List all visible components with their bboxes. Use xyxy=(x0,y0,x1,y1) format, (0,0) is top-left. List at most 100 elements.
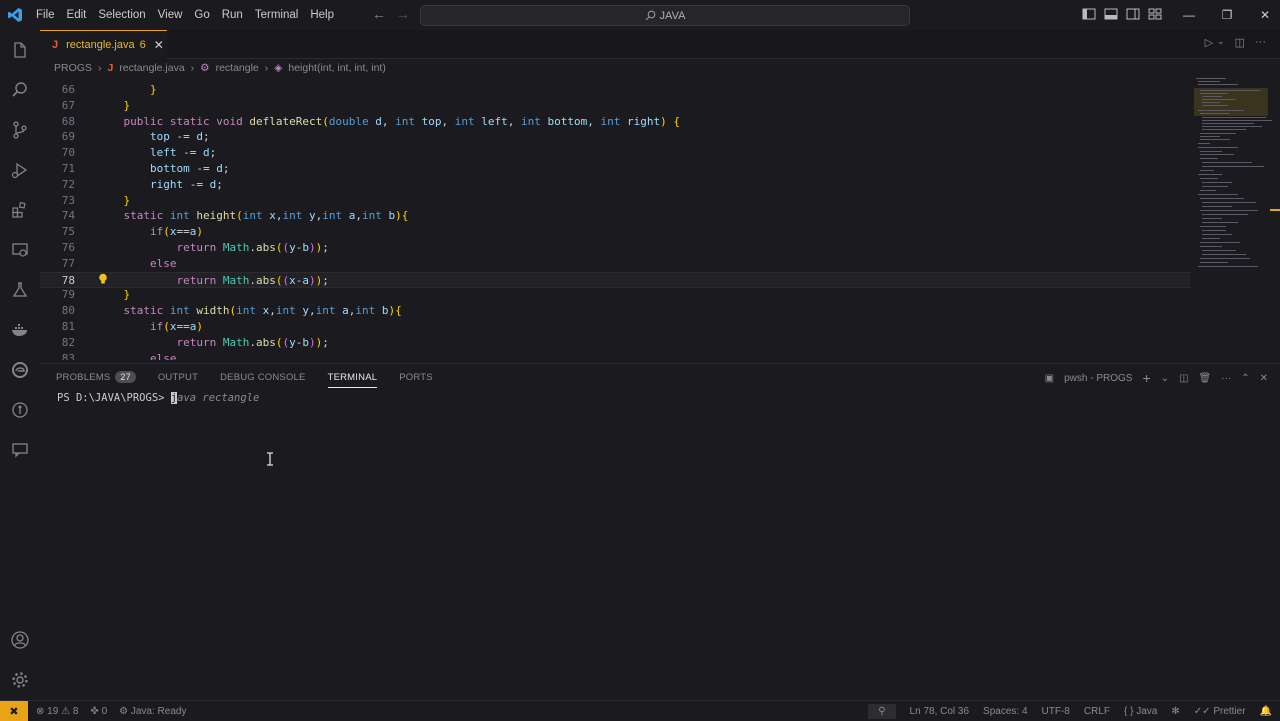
zoom-icon[interactable]: ⚲ xyxy=(868,703,896,719)
explorer-icon[interactable] xyxy=(8,38,32,62)
kill-terminal-icon[interactable]: 🗑 xyxy=(1199,373,1212,384)
edge-devtools-icon[interactable] xyxy=(8,358,32,382)
line-number: 80 xyxy=(61,304,75,318)
source-control-icon[interactable] xyxy=(8,118,32,142)
more-actions-icon[interactable]: ··· xyxy=(1221,373,1231,384)
minimap[interactable] xyxy=(1190,76,1272,276)
notifications-bell-icon[interactable]: 🔔 xyxy=(1260,706,1272,717)
menu-go[interactable]: Go xyxy=(188,9,215,21)
tab-terminal[interactable]: TERMINAL xyxy=(327,372,378,388)
code-line[interactable]: 70 left -= d; xyxy=(40,145,1190,161)
close-window-icon[interactable]: ✕ xyxy=(1246,0,1280,30)
tab-output[interactable]: OUTPUT xyxy=(158,372,198,383)
code-line[interactable]: 81 if(x==a) xyxy=(40,319,1190,335)
line-number: 67 xyxy=(61,98,75,112)
command-center-search[interactable]: JAVA xyxy=(420,5,910,26)
code-line[interactable]: 73 } xyxy=(40,193,1190,209)
more-actions-icon[interactable]: ··· xyxy=(1255,36,1266,49)
new-terminal-icon[interactable]: + xyxy=(1142,370,1150,386)
cursor-position[interactable]: Ln 78, Col 36 xyxy=(910,706,970,717)
close-panel-icon[interactable]: ✕ xyxy=(1260,373,1268,384)
maximize-panel-icon[interactable]: ⌃ xyxy=(1241,373,1249,384)
run-file-icon[interactable]: ▷ xyxy=(1205,36,1213,49)
run-dropdown-icon[interactable]: ⌄ xyxy=(1217,36,1225,49)
menu-edit[interactable]: Edit xyxy=(61,9,93,21)
remote-explorer-icon[interactable] xyxy=(8,238,32,262)
breadcrumb-method[interactable]: height(int, int, int, int) xyxy=(288,62,385,74)
line-number: 71 xyxy=(61,162,75,175)
code-line[interactable]: 67 } xyxy=(40,98,1190,114)
end-of-line[interactable]: CRLF xyxy=(1084,706,1110,717)
code-line[interactable]: 71 bottom -= d; xyxy=(40,161,1190,177)
code-line[interactable]: 82 return Math.abs((y-b)); xyxy=(40,335,1190,351)
tab-debug-console[interactable]: DEBUG CONSOLE xyxy=(220,372,305,383)
code-line[interactable]: 78 return Math.abs((x-a)); xyxy=(40,271,1190,288)
code-line[interactable]: 83 else xyxy=(40,351,1190,360)
customize-layout-icon[interactable] xyxy=(1148,7,1162,21)
indentation[interactable]: Spaces: 4 xyxy=(983,706,1027,717)
code-line[interactable]: 68 public static void deflateRect(double… xyxy=(40,114,1190,130)
code-line[interactable]: 69 top -= d; xyxy=(40,129,1190,145)
copilot-icon[interactable]: ✻ xyxy=(1171,706,1179,717)
menu-help[interactable]: Help xyxy=(304,9,340,21)
ports-status[interactable]: ✜ 0 xyxy=(90,706,107,717)
code-line[interactable]: 75 if(x==a) xyxy=(40,224,1190,240)
code-line[interactable]: 72 right -= d; xyxy=(40,177,1190,193)
ports-count: 0 xyxy=(101,705,108,717)
code-editor[interactable]: 66 } 67 } 68 public static void deflateRec… xyxy=(40,76,1190,360)
search-sidebar-icon[interactable] xyxy=(8,78,32,102)
terminal-dropdown-icon[interactable]: ⌄ xyxy=(1161,373,1169,384)
breadcrumb-class[interactable]: rectangle xyxy=(216,62,259,74)
tab-problems[interactable]: PROBLEMS 27 xyxy=(56,370,136,383)
prettier-status[interactable]: ✓✓ Prettier xyxy=(1194,706,1246,717)
tab-rectangle-java[interactable]: J rectangle.java 6 ✕ xyxy=(40,30,167,59)
menu-terminal[interactable]: Terminal xyxy=(249,9,304,21)
code-line[interactable]: 66 } xyxy=(40,82,1190,98)
settings-gear-icon[interactable] xyxy=(8,668,32,692)
menu-selection[interactable]: Selection xyxy=(92,9,151,21)
code-line[interactable]: 77 else xyxy=(40,256,1190,272)
remote-indicator-icon[interactable]: ✖ xyxy=(0,701,28,721)
code-line[interactable]: 79 } xyxy=(40,287,1190,303)
gitlens-icon[interactable] xyxy=(8,398,32,422)
code-line[interactable]: 74 static int height(int x,int y,int a,i… xyxy=(40,208,1190,224)
close-tab-icon[interactable]: ✕ xyxy=(154,38,164,52)
panel-tabs: PROBLEMS 27 OUTPUT DEBUG CONSOLE TERMINAL… xyxy=(56,364,433,390)
editor-actions: ▷ ⌄ ◫ ··· xyxy=(1205,36,1266,49)
chat-icon[interactable] xyxy=(8,438,32,462)
forward-arrow-icon[interactable]: → xyxy=(396,6,410,22)
java-status[interactable]: ⚙ Java: Ready xyxy=(119,706,186,717)
panel-actions: ▣ pwsh - PROGS + ⌄ ◫ 🗑 ··· ⌃ ✕ xyxy=(1045,370,1268,386)
terminal-output[interactable]: PS D:\JAVA\PROGS> java rectangle xyxy=(57,392,259,404)
menu-run[interactable]: Run xyxy=(216,9,249,21)
testing-icon[interactable] xyxy=(8,278,32,302)
run-debug-icon[interactable] xyxy=(8,158,32,182)
terminal-shell-label[interactable]: pwsh - PROGS xyxy=(1064,373,1132,384)
nav-arrows: ← → xyxy=(372,6,410,22)
problems-status[interactable]: ⊗ 19 ⚠ 8 xyxy=(36,706,78,717)
line-number: 77 xyxy=(61,256,75,270)
menu-view[interactable]: View xyxy=(152,9,189,21)
code-text: } xyxy=(123,288,131,302)
account-icon[interactable] xyxy=(8,628,32,652)
code-line[interactable]: 80 static int width(int x,int y,int a,in… xyxy=(40,303,1190,319)
split-editor-icon[interactable]: ◫ xyxy=(1235,36,1245,49)
breadcrumb-folder[interactable]: PROGS xyxy=(54,62,92,74)
breadcrumb-file[interactable]: rectangle.java xyxy=(119,62,184,74)
menu-file[interactable]: File xyxy=(30,9,61,21)
restore-icon[interactable]: ❐ xyxy=(1208,0,1246,30)
back-arrow-icon[interactable]: ← xyxy=(372,6,386,22)
split-terminal-icon[interactable]: ◫ xyxy=(1179,373,1188,384)
class-symbol-icon: ⚙ xyxy=(200,62,210,74)
encoding[interactable]: UTF-8 xyxy=(1042,706,1070,717)
toggle-primary-sidebar-icon[interactable] xyxy=(1082,7,1096,21)
minimize-icon[interactable]: — xyxy=(1170,0,1208,30)
prettier-label: Prettier xyxy=(1213,705,1246,717)
toggle-secondary-sidebar-icon[interactable] xyxy=(1126,7,1140,21)
extensions-icon[interactable] xyxy=(8,198,32,222)
docker-icon[interactable] xyxy=(8,318,32,342)
tab-ports[interactable]: PORTS xyxy=(399,372,433,383)
toggle-panel-icon[interactable] xyxy=(1104,7,1118,21)
code-line[interactable]: 76 return Math.abs((y-b)); xyxy=(40,240,1190,256)
language-mode[interactable]: { } Java xyxy=(1124,706,1157,717)
